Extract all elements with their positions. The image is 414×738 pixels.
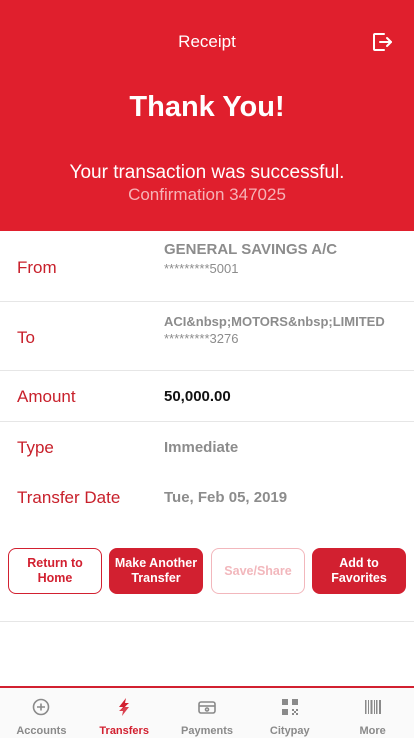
- tab-accounts[interactable]: Accounts: [0, 688, 83, 738]
- divider: [0, 621, 414, 622]
- bottom-tab-bar: Accounts Transfers Payments Citypay More: [0, 686, 414, 738]
- transfer-date-label: Transfer Date: [17, 488, 121, 507]
- accounts-icon: [33, 698, 50, 716]
- tab-label: Payments: [181, 725, 233, 737]
- logout-icon[interactable]: [370, 30, 394, 54]
- receipt-header: Receipt Thank You! Your transaction was …: [0, 0, 414, 231]
- to-account-name: ACI&nbsp;MOTORS&nbsp;LIMITED: [164, 314, 385, 329]
- tab-more[interactable]: More: [331, 688, 414, 738]
- tab-label: More: [359, 725, 386, 737]
- tab-transfers[interactable]: Transfers: [83, 688, 166, 738]
- to-label: To: [17, 328, 35, 347]
- from-row: From GENERAL SAVINGS A/C *********5001: [0, 231, 414, 302]
- from-account-name: GENERAL SAVINGS A/C: [164, 241, 338, 258]
- screen-title: Receipt: [178, 32, 236, 51]
- thank-you-heading: Thank You!: [129, 91, 285, 123]
- transfer-date-value: Tue, Feb 05, 2019: [164, 489, 288, 506]
- add-to-favorites-button[interactable]: Add to Favorites: [312, 548, 406, 594]
- tab-label: Transfers: [99, 725, 149, 737]
- to-account-number: *********3276: [164, 331, 239, 346]
- barcode-icon: [364, 700, 381, 714]
- from-label: From: [17, 258, 57, 277]
- type-row: Type Immediate: [0, 422, 414, 471]
- tab-label: Accounts: [16, 725, 67, 737]
- to-row: To ACI&nbsp;MOTORS&nbsp;LIMITED ********…: [0, 302, 414, 371]
- type-label: Type: [17, 438, 54, 457]
- amount-label: Amount: [17, 387, 76, 406]
- transfer-date-row: Transfer Date Tue, Feb 05, 2019: [0, 472, 414, 522]
- return-home-button[interactable]: Return to Home: [8, 548, 102, 594]
- save-share-button[interactable]: Save/Share: [211, 548, 305, 594]
- tab-payments[interactable]: Payments: [166, 688, 249, 738]
- confirmation-number: Confirmation 347025: [128, 185, 286, 204]
- amount-value: 50,000.00: [164, 388, 231, 405]
- tab-label: Citypay: [269, 725, 310, 737]
- amount-row: Amount 50,000.00: [0, 371, 414, 422]
- transfers-icon: [119, 698, 130, 716]
- payments-icon: [198, 701, 216, 714]
- from-account-number: *********5001: [164, 261, 239, 276]
- success-message: Your transaction was successful.: [69, 162, 345, 183]
- type-value: Immediate: [164, 439, 239, 456]
- qr-code-icon: [281, 699, 298, 715]
- make-another-transfer-button[interactable]: Make Another Transfer: [109, 548, 203, 594]
- tab-citypay[interactable]: Citypay: [248, 688, 331, 738]
